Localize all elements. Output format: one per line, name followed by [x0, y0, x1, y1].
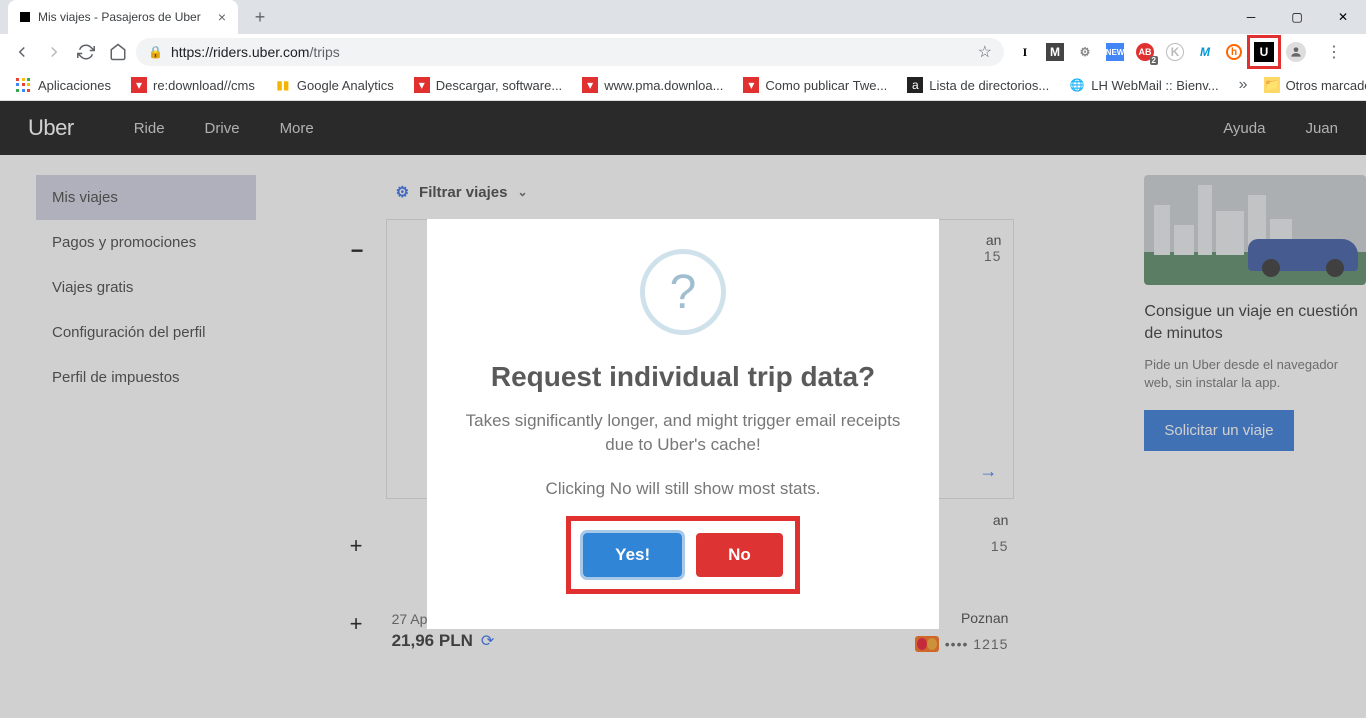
no-button[interactable]: No — [696, 533, 783, 577]
star-icon[interactable]: ☆ — [978, 42, 992, 62]
tab-title: Mis viajes - Pasajeros de Uber — [38, 10, 210, 24]
question-icon: ? — [640, 249, 726, 335]
new-tab-button[interactable]: + — [246, 3, 274, 31]
modal-buttons: Yes! No — [571, 521, 795, 589]
confirm-modal: ? Request individual trip data? Takes si… — [427, 219, 939, 629]
ext-icon[interactable]: K — [1166, 43, 1184, 61]
reload-button[interactable] — [72, 38, 100, 66]
maximize-button[interactable]: ▢ — [1274, 0, 1320, 34]
browser-toolbar: 🔒 https://riders.uber.com/trips ☆ I M ⚙ … — [0, 34, 1366, 70]
bookmarks-bar: Aplicaciones ▾re:download//cms ▮▮Google … — [0, 70, 1366, 100]
ext-icon[interactable]: M — [1046, 43, 1064, 61]
modal-description: Takes significantly longer, and might tr… — [455, 409, 911, 457]
ext-icon[interactable]: NEW — [1106, 43, 1124, 61]
lock-icon: 🔒 — [148, 45, 163, 59]
yes-button[interactable]: Yes! — [583, 533, 682, 577]
ext-adblock-icon[interactable]: AB2 — [1136, 43, 1154, 61]
bookmark-item[interactable]: aLista de directorios... — [899, 77, 1057, 93]
bookmark-item[interactable]: ▾Descargar, software... — [406, 77, 570, 93]
ext-icon[interactable]: M — [1196, 43, 1214, 61]
bookmark-item[interactable]: ▾Como publicar Twe... — [735, 77, 895, 93]
browser-menu[interactable]: ⋮ — [1318, 42, 1350, 62]
bookmark-item[interactable]: ▮▮Google Analytics — [267, 77, 402, 93]
page-content: Uber Ride Drive More Ayuda Juan Mis viaj… — [0, 101, 1366, 718]
ext-icon[interactable]: ⚙ — [1076, 43, 1094, 61]
apps-shortcut[interactable]: Aplicaciones — [8, 77, 119, 93]
minimize-button[interactable]: ─ — [1228, 0, 1274, 34]
tab-strip: Mis viajes - Pasajeros de Uber × + ─ ▢ ✕ — [0, 0, 1366, 34]
bookmarks-overflow[interactable]: » — [1235, 76, 1252, 94]
address-bar[interactable]: 🔒 https://riders.uber.com/trips ☆ — [136, 38, 1004, 66]
forward-button[interactable] — [40, 38, 68, 66]
bookmark-item[interactable]: ▾www.pma.downloa... — [574, 77, 731, 93]
url-text: https://riders.uber.com/trips — [171, 44, 340, 60]
ext-uber-icon[interactable]: U — [1254, 42, 1274, 62]
modal-note: Clicking No will still show most stats. — [546, 479, 821, 499]
profile-avatar[interactable] — [1286, 42, 1306, 62]
back-button[interactable] — [8, 38, 36, 66]
favicon — [20, 12, 30, 22]
close-tab-icon[interactable]: × — [218, 9, 226, 25]
ext-icon[interactable]: h — [1226, 44, 1242, 60]
home-button[interactable] — [104, 38, 132, 66]
browser-chrome: Mis viajes - Pasajeros de Uber × + ─ ▢ ✕… — [0, 0, 1366, 101]
other-bookmarks[interactable]: 📁Otros marcadores — [1256, 77, 1366, 93]
close-window-button[interactable]: ✕ — [1320, 0, 1366, 34]
bookmark-item[interactable]: ▾re:download//cms — [123, 77, 263, 93]
modal-title: Request individual trip data? — [491, 361, 875, 393]
ext-icon[interactable]: I — [1016, 43, 1034, 61]
browser-tab[interactable]: Mis viajes - Pasajeros de Uber × — [8, 0, 238, 34]
extension-icons: I M ⚙ NEW AB2 K M h U ⋮ — [1008, 42, 1358, 62]
bookmark-item[interactable]: 🌐LH WebMail :: Bienv... — [1061, 77, 1226, 93]
